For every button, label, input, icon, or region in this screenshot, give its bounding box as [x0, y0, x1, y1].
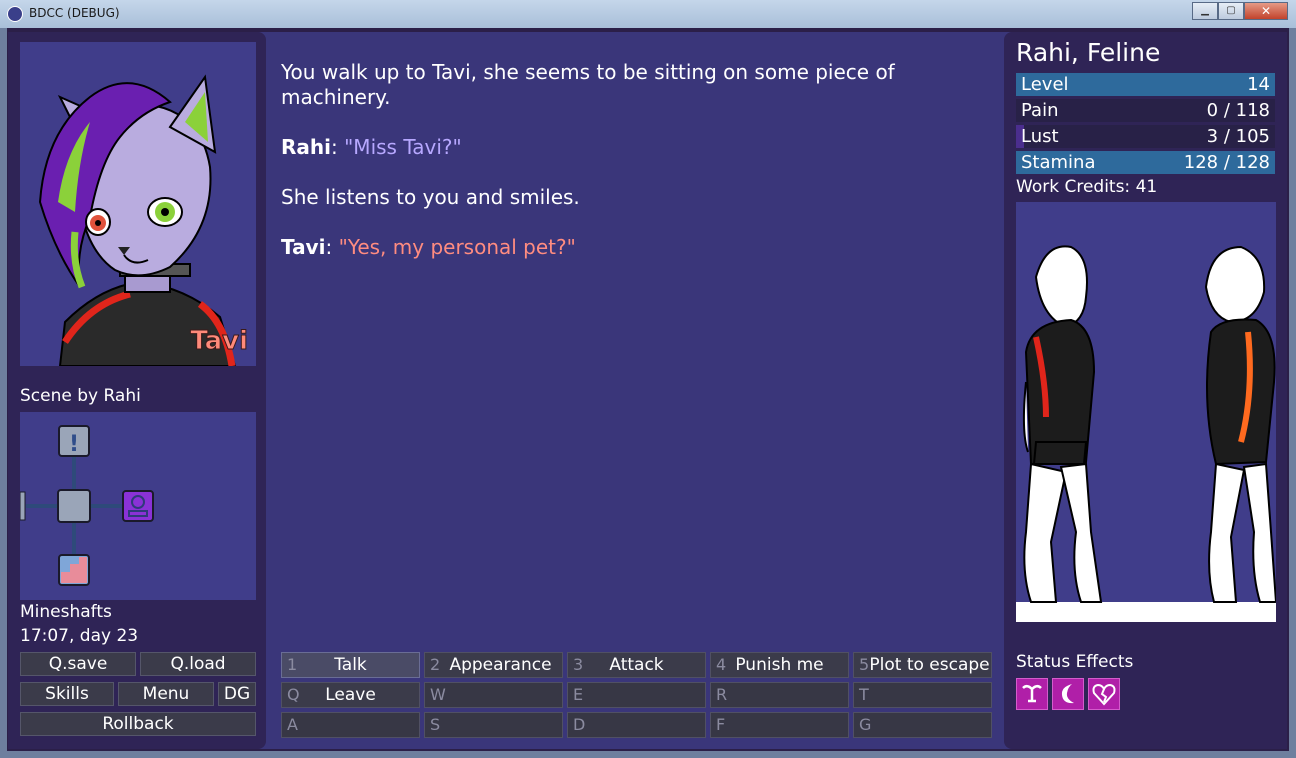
action-label: Plot to escape	[869, 655, 990, 675]
action-slot-empty[interactable]: W	[424, 682, 563, 708]
action-slot-empty[interactable]: T	[853, 682, 992, 708]
dialogue-quote: "Miss Tavi?"	[344, 135, 462, 159]
action-slot-empty[interactable]: G	[853, 712, 992, 738]
narration-line: She listens to you and smiles.	[281, 185, 580, 209]
stat-bar-pain: Pain 0 / 118	[1016, 99, 1275, 122]
rollback-button[interactable]: Rollback	[20, 712, 256, 736]
portrait-name: Tavi	[190, 326, 249, 357]
stat-name: Pain	[1021, 100, 1059, 121]
status-effects-title: Status Effects	[1016, 652, 1134, 672]
action-button-attack[interactable]: 3 Attack	[567, 652, 706, 678]
story-text: You walk up to Tavi, she seems to be sit…	[281, 60, 981, 285]
uterus-icon-glyph	[1022, 685, 1042, 703]
tavi-portrait-art	[38, 74, 237, 366]
hotkey-label: W	[430, 685, 446, 704]
speaker-name: Tavi	[281, 235, 326, 259]
svg-text:!: !	[69, 432, 79, 457]
dialogue-line: Rahi: "Miss Tavi?"	[281, 135, 462, 159]
stat-name: Stamina	[1021, 152, 1096, 173]
action-label: Punish me	[735, 655, 824, 675]
dialogue-quote: "Yes, my personal pet?"	[338, 235, 576, 259]
hotkey-label: D	[573, 715, 586, 734]
stat-bar-level: Level 14	[1016, 73, 1275, 96]
debug-button[interactable]: DG	[218, 682, 256, 706]
action-slot-empty[interactable]: R	[710, 682, 849, 708]
hotkey-label: S	[430, 715, 441, 734]
quicksave-button[interactable]: Q.save	[20, 652, 136, 676]
quickload-button[interactable]: Q.load	[140, 652, 256, 676]
location-name: Mineshafts	[20, 602, 112, 622]
doll-art	[1016, 245, 1276, 622]
hotkey-label: G	[859, 715, 872, 734]
menu-button[interactable]: Menu	[118, 682, 214, 706]
close-button[interactable]: ✕	[1244, 2, 1288, 20]
action-label: Leave	[325, 685, 376, 705]
minimap: !	[19, 412, 256, 600]
game-time: 17:07, day 23	[20, 626, 139, 646]
action-label: Talk	[334, 655, 367, 675]
work-credits: Work Credits: 41	[1016, 177, 1158, 197]
minimap-graphic: !	[19, 425, 154, 586]
action-label: Appearance	[449, 655, 552, 675]
uterus-icon[interactable]	[1016, 678, 1048, 710]
stat-bar-stamina: Stamina 128 / 128	[1016, 151, 1275, 174]
stat-value: 0 / 118	[1206, 100, 1270, 121]
action-slot-empty[interactable]: F	[710, 712, 849, 738]
action-slot-empty[interactable]: D	[567, 712, 706, 738]
app-icon	[7, 6, 23, 22]
action-label: Attack	[609, 655, 664, 675]
broken-heart-icon[interactable]	[1088, 678, 1120, 710]
moon-icon-glyph	[1061, 684, 1074, 704]
hotkey-label: R	[716, 685, 728, 704]
stat-name: Level	[1021, 74, 1069, 95]
action-button-punish-me[interactable]: 4 Punish me	[710, 652, 849, 678]
action-button-talk[interactable]: 1 Talk	[281, 652, 420, 678]
action-button-plot-to-escape[interactable]: 5 Plot to escape	[853, 652, 992, 678]
maximize-button[interactable]: ▢	[1218, 2, 1244, 20]
character-doll	[1016, 202, 1276, 622]
doll-side	[1204, 245, 1276, 603]
character-name: Rahi, Feline	[1016, 38, 1161, 67]
action-slot-empty[interactable]: S	[424, 712, 563, 738]
narration-line: You walk up to Tavi, she seems to be sit…	[281, 60, 895, 109]
speaker-name: Rahi	[281, 135, 331, 159]
action-button-appearance[interactable]: 2 Appearance	[424, 652, 563, 678]
hotkey-label: A	[287, 715, 298, 734]
stat-name: Lust	[1021, 126, 1059, 147]
doll-front	[1022, 245, 1103, 603]
hotkey-label: T	[859, 685, 869, 704]
action-slot-empty[interactable]: E	[567, 682, 706, 708]
dialogue-line: Tavi: "Yes, my personal pet?"	[281, 235, 576, 259]
stat-bar-lust: Lust 3 / 105	[1016, 125, 1275, 148]
broken-heart-icon-glyph	[1092, 683, 1116, 706]
skills-button[interactable]: Skills	[20, 682, 114, 706]
window-titlebar: BDCC (DEBUG) ▁ ▢ ✕	[0, 0, 1296, 28]
window-title: BDCC (DEBUG)	[29, 6, 120, 20]
stat-value: 14	[1247, 74, 1270, 95]
action-slot-empty[interactable]: A	[281, 712, 420, 738]
stat-value: 128 / 128	[1183, 152, 1270, 173]
scene-author: Scene by Rahi	[20, 386, 141, 406]
minimize-button[interactable]: ▁	[1192, 2, 1218, 20]
hotkey-label: E	[573, 685, 584, 704]
stat-value: 3 / 105	[1206, 126, 1270, 147]
window-controls: ▁ ▢ ✕	[1192, 2, 1288, 20]
moon-icon[interactable]	[1052, 678, 1084, 710]
hotkey-label: F	[716, 715, 726, 734]
action-button-leave[interactable]: Q Leave	[281, 682, 420, 708]
character-portrait: Tavi	[20, 42, 256, 366]
